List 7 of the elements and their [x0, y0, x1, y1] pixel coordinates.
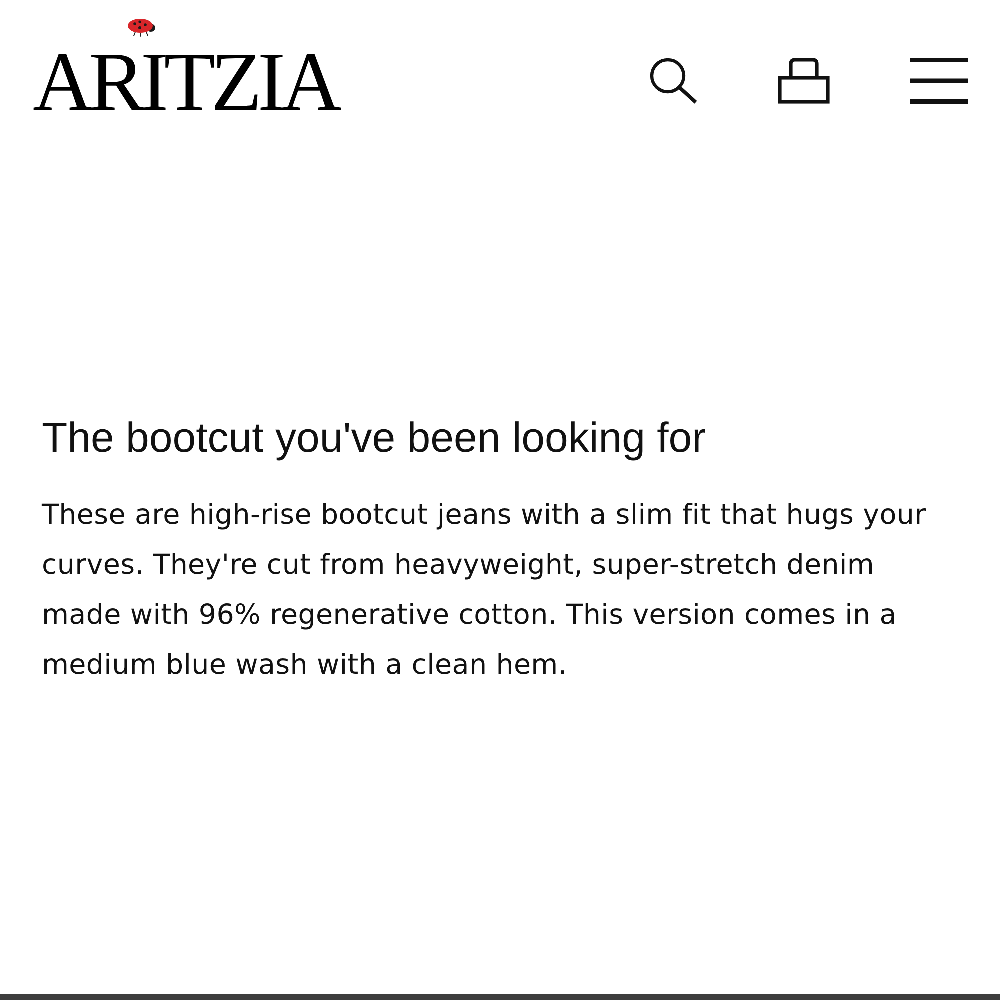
- search-icon[interactable]: [650, 58, 698, 104]
- brand-logo[interactable]: ARITZIA: [33, 41, 338, 125]
- menu-icon[interactable]: [910, 58, 968, 104]
- product-description: These are high-rise bootcut jeans with a slim fit that hugs your curves. They're cut from heavyweight, super-stretch denim made with 96% regenerative cotton. This version comes in a medium blue wash with a clean hem.: [42, 497, 928, 684]
- ladybug-icon: [127, 18, 156, 37]
- section-heading: The bootcut you've been looking for: [42, 413, 706, 463]
- shopping-bag-icon[interactable]: [778, 58, 830, 104]
